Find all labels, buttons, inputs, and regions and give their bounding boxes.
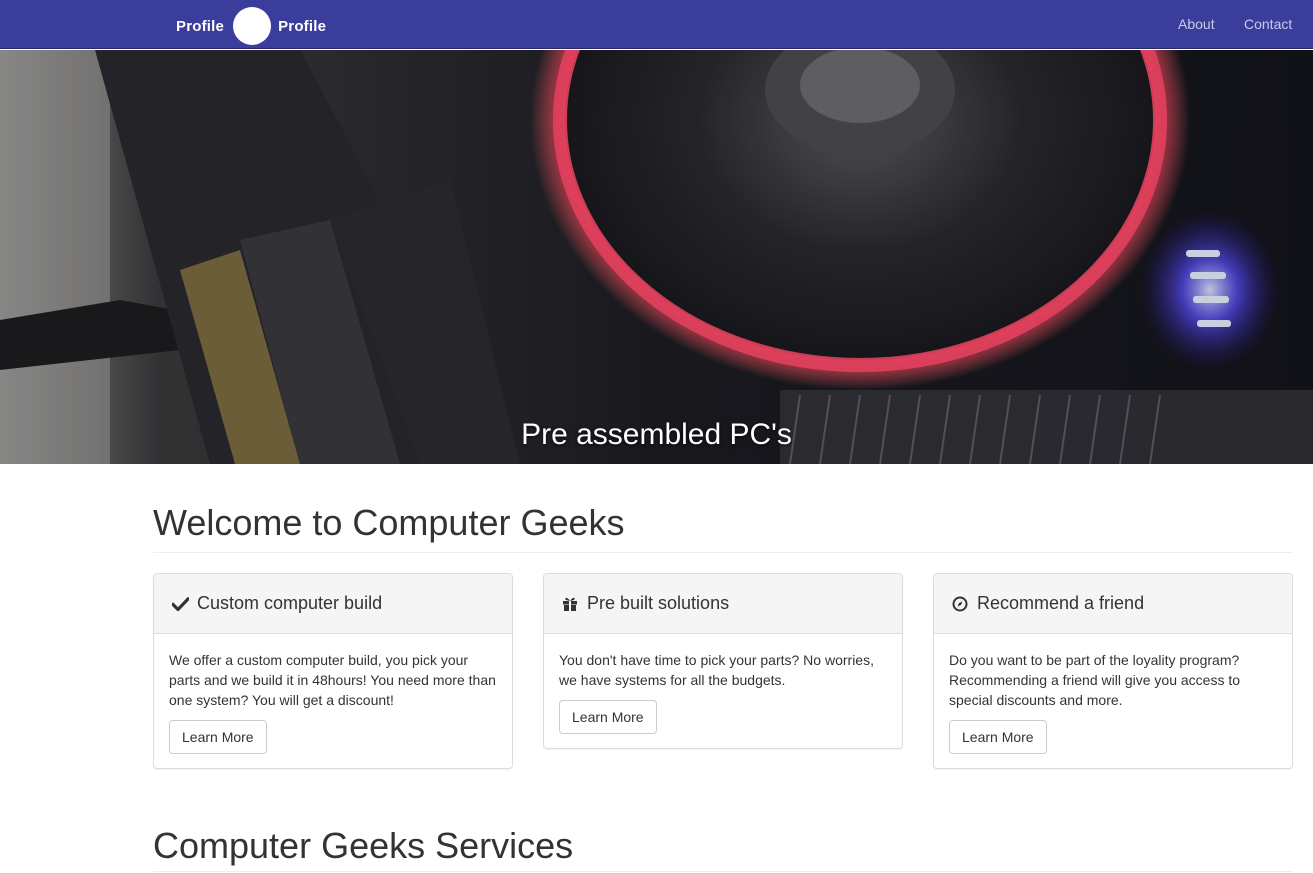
check-icon (171, 595, 189, 613)
panel-body: Do you want to be part of the loyality p… (934, 634, 1292, 754)
panel-body: You don't have time to pick your parts? … (544, 634, 902, 734)
learn-more-button[interactable]: Learn More (169, 720, 267, 754)
learn-more-button[interactable]: Learn More (949, 720, 1047, 754)
panel-heading: Custom computer build (154, 574, 512, 634)
panel-heading: Recommend a friend (934, 574, 1292, 634)
panel-title: Recommend a friend (977, 593, 1145, 613)
gift-icon (561, 595, 579, 613)
hero-carousel[interactable]: Pre assembled PC's (0, 50, 1313, 464)
welcome-title: Welcome to Computer Geeks (153, 502, 625, 543)
carousel-slide-image (0, 50, 1313, 464)
panel-title: Pre built solutions (587, 593, 730, 613)
panel-heading: Pre built solutions (544, 574, 902, 634)
carousel-caption: Pre assembled PC's (521, 418, 792, 451)
panel-text: We offer a custom computer build, you pi… (169, 652, 496, 708)
panel-recommend-friend: Recommend a friend Do you want to be par… (933, 573, 1293, 769)
welcome-header: Welcome to Computer Geeks (153, 503, 1293, 553)
panel-text: Do you want to be part of the loyality p… (949, 652, 1241, 708)
nav-link-contact[interactable]: Contact (1244, 16, 1292, 32)
panel-text: You don't have time to pick your parts? … (559, 652, 874, 688)
brand[interactable]: Profile Profile (176, 7, 326, 45)
brand-text-right: Profile (278, 17, 327, 35)
panel-title: Custom computer build (197, 593, 383, 613)
services-title: Computer Geeks Services (153, 825, 574, 866)
nav-link-about[interactable]: About (1178, 16, 1215, 32)
panel-body: We offer a custom computer build, you pi… (154, 634, 512, 754)
panel-custom-build: Custom computer build We offer a custom … (153, 573, 513, 769)
brand-text-left: Profile (176, 17, 225, 35)
compass-icon (951, 595, 969, 613)
navbar: Profile Profile About Contact (0, 0, 1313, 49)
panel-pre-built: Pre built solutions You don't have time … (543, 573, 903, 749)
services-header: Computer Geeks Services (153, 826, 1293, 872)
brand-logo (233, 7, 272, 45)
learn-more-button[interactable]: Learn More (559, 700, 657, 734)
